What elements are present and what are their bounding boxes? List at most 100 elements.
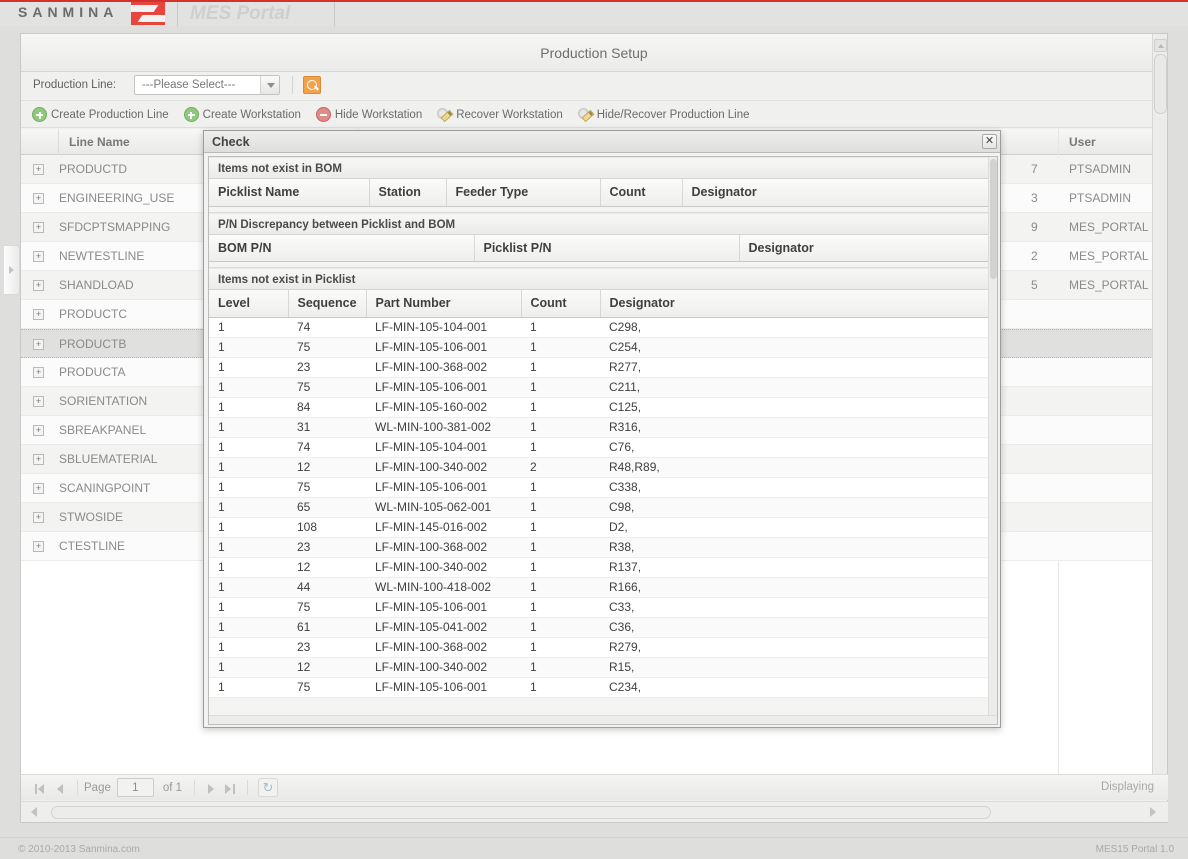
row-expand-icon[interactable]: + [33,164,44,175]
dialog-vertical-scrollbar[interactable] [988,157,997,724]
row-expand-icon[interactable]: + [33,541,44,552]
table-row[interactable]: 1 75 LF-MIN-105-106-001 1 C234, [209,677,997,698]
col-part-number[interactable]: Part Number [366,290,522,318]
table-cell: 1 [209,597,288,618]
table-row[interactable]: 1 12 LF-MIN-100-340-002 1 R137, [209,557,997,578]
table-cell: 1 [209,657,288,678]
row-expand-icon[interactable]: + [33,454,44,465]
col-designator[interactable]: Designator [600,290,997,318]
row-expand-icon[interactable]: + [33,339,44,350]
table-row[interactable]: 1 75 LF-MIN-105-106-001 1 C33, [209,597,997,618]
col-bom-pn[interactable]: BOM P/N [209,234,475,262]
hide-workstation-button[interactable]: Hide Workstation [311,105,429,125]
first-page-button[interactable] [31,779,49,797]
col-level[interactable]: Level [209,290,289,318]
recover-workstation-button[interactable]: Recover Workstation [432,105,570,125]
row-expand-icon[interactable]: + [33,425,44,436]
last-page-button[interactable] [221,779,239,797]
col-count[interactable]: Count [521,290,601,318]
col-sequence[interactable]: Sequence [288,290,367,318]
table-row[interactable]: 1 65 WL-MIN-105-062-001 1 C98, [209,497,997,518]
table-row[interactable]: 1 12 LF-MIN-100-340-002 2 R48,R89, [209,457,997,478]
table-cell: R279, [600,637,997,658]
hide-recover-production-line-button[interactable]: Hide/Recover Production Line [573,105,757,125]
table-cell: LF-MIN-105-106-001 [366,597,521,618]
table-row[interactable]: 1 44 WL-MIN-100-418-002 1 R166, [209,577,997,598]
create-production-line-button[interactable]: Create Production Line [27,105,176,125]
action-toolbar: Create Production Line Create Workstatio… [21,102,1153,128]
table-row[interactable]: 1 75 LF-MIN-105-106-001 1 C338, [209,477,997,498]
pager-divider-2 [194,780,196,795]
grid-header-user[interactable]: User [1059,129,1153,155]
production-line-select[interactable]: ---Please Select--- [134,75,280,95]
sidebar-expand-handle[interactable] [4,245,20,295]
table-cell: 75 [288,377,366,398]
table-cell: R316, [600,417,997,438]
table-row[interactable]: 1 23 LF-MIN-100-368-002 1 R38, [209,537,997,558]
refresh-button[interactable]: ↻ [258,778,279,797]
table-header-row: BOM P/N Picklist P/N Designator [209,234,997,262]
page-footer: © 2010-2013 Sanmina.com MES15 Portal 1.0 [0,837,1188,859]
table-cell: WL-MIN-100-381-002 [366,417,521,438]
col-picklist-pn[interactable]: Picklist P/N [474,234,740,262]
table-row[interactable]: 1 75 LF-MIN-105-106-001 1 C254, [209,337,997,358]
prev-page-button[interactable] [51,779,69,797]
table-row[interactable]: 1 84 LF-MIN-105-160-002 1 C125, [209,397,997,418]
table-row[interactable]: 1 31 WL-MIN-100-381-002 1 R316, [209,417,997,438]
dialog-scroll-thumb[interactable] [990,159,997,279]
col-count[interactable]: Count [600,179,683,207]
pager-divider-3 [247,780,249,795]
table-cell: LF-MIN-105-106-001 [366,377,521,398]
scroll-up-button[interactable] [1154,39,1167,52]
user-cell: MES_PORTAL [1069,278,1149,292]
table-cell: R15, [600,657,997,678]
row-expand-icon[interactable]: + [33,309,44,320]
row-expand-icon[interactable]: + [33,367,44,378]
col-designator[interactable]: Designator [739,234,997,262]
table-cell: LF-MIN-100-368-002 [366,357,521,378]
row-expand-icon[interactable]: + [33,483,44,494]
dialog-title: Check [212,135,250,149]
col-picklist-name[interactable]: Picklist Name [209,179,370,207]
displaying-status: Displaying [1100,781,1154,793]
table-row[interactable]: 1 61 LF-MIN-105-041-002 1 C36, [209,617,997,638]
page-number-input[interactable]: 1 [116,778,154,797]
table-row[interactable]: 1 75 LF-MIN-105-106-001 1 C211, [209,377,997,398]
line-name-cell: SBREAKPANEL [59,423,147,437]
row-expand-icon[interactable]: + [33,251,44,262]
create-workstation-button[interactable]: Create Workstation [179,105,308,125]
close-icon[interactable]: ✕ [982,134,997,149]
panel-horizontal-scrollbar[interactable] [21,801,1168,822]
dialog-title-bar[interactable]: Check ✕ [204,131,1000,153]
col-feeder-type[interactable]: Feeder Type [446,179,601,207]
table-cell: 1 [521,657,600,678]
table-row[interactable]: 1 74 LF-MIN-105-104-001 1 C298, [209,317,997,338]
table-row[interactable]: 1 23 LF-MIN-100-368-002 1 R277, [209,357,997,378]
next-page-button[interactable] [201,779,219,797]
row-expand-icon[interactable]: + [33,193,44,204]
hscroll-thumb[interactable] [51,806,991,819]
scroll-right-icon[interactable] [1150,807,1156,817]
table-cell: 1 [209,577,288,598]
row-expand-icon[interactable]: + [33,280,44,291]
table-cell: LF-MIN-100-340-002 [366,557,521,578]
row-expand-icon[interactable]: + [33,396,44,407]
table-row[interactable]: 1 108 LF-MIN-145-016-002 1 D2, [209,517,997,538]
panel-vertical-scrollbar[interactable] [1152,34,1167,792]
col-station[interactable]: Station [369,179,447,207]
scroll-left-icon[interactable] [31,807,37,817]
table-row[interactable]: 1 74 LF-MIN-105-104-001 1 C76, [209,437,997,458]
dialog-horizontal-scrollbar[interactable] [209,715,997,724]
company-name: SANMINA [18,4,119,20]
table-row[interactable]: 1 23 LF-MIN-100-368-002 1 R279, [209,637,997,658]
table-row[interactable]: 1 12 LF-MIN-100-340-002 1 R15, [209,657,997,678]
table-body: 1 74 LF-MIN-105-104-001 1 C298, 1 75 LF-MIN-105… [209,317,997,698]
col-designator[interactable]: Designator [682,179,997,207]
scroll-thumb[interactable] [1154,54,1167,114]
chevron-down-icon[interactable] [260,76,279,94]
row-expand-icon[interactable]: + [33,222,44,233]
row-expand-icon[interactable]: + [33,512,44,523]
table-cell: 1 [209,557,288,578]
first-page-arrow-icon [38,783,44,794]
search-button[interactable] [303,76,321,94]
